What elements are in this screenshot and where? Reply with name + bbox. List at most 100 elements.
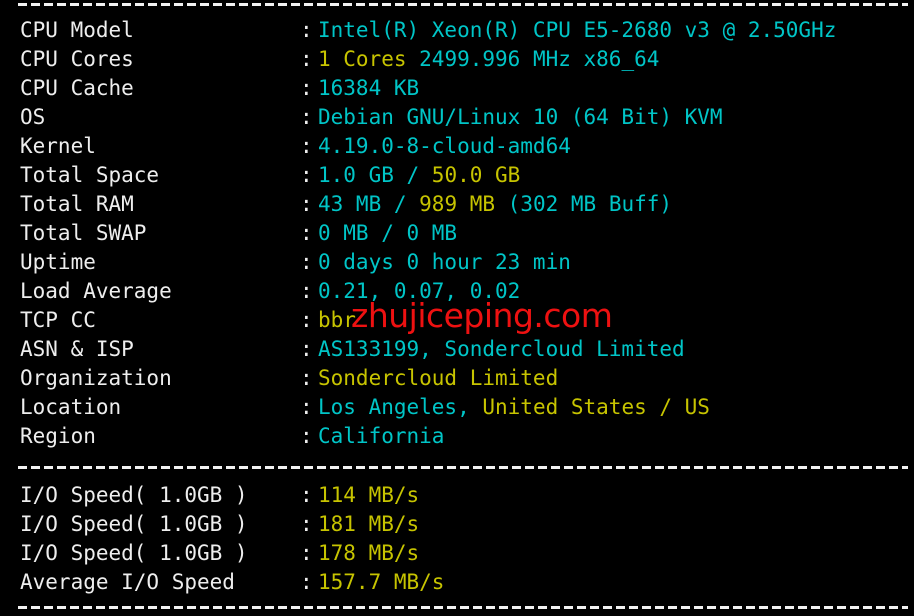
system-info-label: Uptime bbox=[20, 250, 96, 274]
system-info-value-segment: bbr bbox=[318, 308, 356, 332]
io-speed-colon: : bbox=[300, 541, 313, 565]
system-info-colon: : bbox=[300, 337, 313, 361]
system-info-label: Location bbox=[20, 395, 122, 419]
system-info-row: Load Average:0.21, 0.07, 0.02 bbox=[0, 277, 914, 306]
system-info-value: Intel(R) Xeon(R) CPU E5-2680 v3 @ 2.50GH… bbox=[318, 16, 836, 45]
io-speed-value-segment: 181 MB/s bbox=[318, 512, 420, 536]
io-speed-colon: : bbox=[300, 512, 313, 536]
system-info-row: Organization: Sondercloud Limited bbox=[0, 364, 914, 393]
io-speed-value: 178 MB/s bbox=[318, 539, 419, 568]
system-info-colon: : bbox=[300, 192, 313, 216]
system-info-value: AS133199, Sondercloud Limited bbox=[318, 335, 685, 364]
system-info-value: Los Angeles, United States / US bbox=[318, 393, 710, 422]
system-info-colon: : bbox=[300, 134, 313, 158]
separator-top bbox=[18, 3, 908, 6]
system-info-value: Debian GNU/Linux 10 (64 Bit) KVM bbox=[318, 103, 723, 132]
system-info-value: 16384 KB bbox=[318, 74, 419, 103]
system-info-value-segment: Sondercloud Limited bbox=[318, 366, 559, 390]
io-speed-label: I/O Speed( 1.0GB ) bbox=[20, 512, 248, 536]
system-info-value-segment: 1 Cores bbox=[318, 47, 420, 71]
system-info-label: CPU Model bbox=[20, 18, 134, 42]
system-info-label: Organization bbox=[20, 366, 172, 390]
io-speed-label: I/O Speed( 1.0GB ) bbox=[20, 541, 248, 565]
system-info-value-segment: 2499.996 MHz x86_64 bbox=[419, 47, 660, 71]
system-info-value-segment: California bbox=[318, 424, 445, 448]
system-info-block: CPU Model: Intel(R) Xeon(R) CPU E5-2680 v… bbox=[0, 16, 914, 451]
system-info-colon: : bbox=[300, 221, 313, 245]
io-speed-colon: : bbox=[300, 483, 313, 507]
system-info-row: CPU Model: Intel(R) Xeon(R) CPU E5-2680 v… bbox=[0, 16, 914, 45]
system-info-value-segment: Los Angeles, bbox=[318, 395, 483, 419]
io-speed-label: Average I/O Speed bbox=[20, 570, 235, 594]
system-info-colon: : bbox=[300, 105, 313, 129]
io-speed-value-segment: 157.7 MB/s bbox=[318, 570, 445, 594]
system-info-row: Region: California bbox=[0, 422, 914, 451]
io-speed-row: Average I/O Speed:157.7 MB/s bbox=[0, 568, 914, 597]
system-info-value-segment: 50.0 GB bbox=[431, 163, 521, 187]
system-info-label: CPU Cache bbox=[20, 76, 134, 100]
io-speed-block: I/O Speed( 1.0GB ):114 MB/s I/O Speed( 1.… bbox=[0, 481, 914, 597]
system-info-value: bbr bbox=[318, 306, 356, 335]
system-info-value-segment: 4.19.0-8-cloud-amd64 bbox=[318, 134, 571, 158]
io-speed-value-segment: 178 MB/s bbox=[318, 541, 420, 565]
system-info-label: Total SWAP bbox=[20, 221, 147, 245]
io-speed-row: I/O Speed( 1.0GB ):181 MB/s bbox=[0, 510, 914, 539]
system-info-value: California bbox=[318, 422, 444, 451]
system-info-value-segment: United States / US bbox=[482, 395, 710, 419]
io-speed-value: 157.7 MB/s bbox=[318, 568, 444, 597]
system-info-value: 0.21, 0.07, 0.02 bbox=[318, 277, 520, 306]
system-info-colon: : bbox=[300, 308, 313, 332]
system-info-label: Total RAM bbox=[20, 192, 134, 216]
system-info-value-segment: 1.0 GB / bbox=[318, 163, 432, 187]
system-info-label: Load Average bbox=[20, 279, 172, 303]
system-info-value-segment: 0 MB / 0 MB bbox=[318, 221, 458, 245]
system-info-value-segment: 989 MB bbox=[419, 192, 508, 216]
system-info-colon: : bbox=[300, 76, 313, 100]
system-info-value-segment: Intel(R) Xeon(R) CPU E5-2680 v3 @ 2.50GH… bbox=[318, 18, 837, 42]
system-info-label: Kernel bbox=[20, 134, 96, 158]
system-info-value: 43 MB / 989 MB (302 MB Buff) bbox=[318, 190, 672, 219]
system-info-colon: : bbox=[300, 279, 313, 303]
system-info-row: Total RAM:43 MB / 989 MB (302 MB Buff) bbox=[0, 190, 914, 219]
system-info-colon: : bbox=[300, 424, 313, 448]
system-info-label: Total Space bbox=[20, 163, 160, 187]
system-info-row: CPU Cores:1 Cores 2499.996 MHz x86_64 bbox=[0, 45, 914, 74]
system-info-value-segment: Debian GNU/Linux 10 (64 Bit) KVM bbox=[318, 105, 723, 129]
system-info-row: Total SWAP:0 MB / 0 MB bbox=[0, 219, 914, 248]
system-info-row: Kernel:4.19.0-8-cloud-amd64 bbox=[0, 132, 914, 161]
system-info-colon: : bbox=[300, 163, 313, 187]
system-info-value: 0 MB / 0 MB bbox=[318, 219, 457, 248]
system-info-row: Uptime:0 days 0 hour 23 min bbox=[0, 248, 914, 277]
system-info-value-segment: AS133199, Sondercloud Limited bbox=[318, 337, 685, 361]
system-info-row: CPU Cache:16384 KB bbox=[0, 74, 914, 103]
system-info-value-segment: 16384 KB bbox=[318, 76, 420, 100]
system-info-colon: : bbox=[300, 366, 313, 390]
system-info-label: ASN & ISP bbox=[20, 337, 134, 361]
io-speed-row: I/O Speed( 1.0GB ):178 MB/s bbox=[0, 539, 914, 568]
system-info-label: Region bbox=[20, 424, 96, 448]
system-info-colon: : bbox=[300, 18, 313, 42]
io-speed-colon: : bbox=[300, 570, 313, 594]
system-info-value-segment: 43 MB / bbox=[318, 192, 420, 216]
terminal-screen[interactable]: CPU Model: Intel(R) Xeon(R) CPU E5-2680 v… bbox=[0, 0, 914, 616]
system-info-row: TCP CC: bbr bbox=[0, 306, 914, 335]
io-speed-label: I/O Speed( 1.0GB ) bbox=[20, 483, 248, 507]
system-info-value-segment: (302 MB Buff) bbox=[507, 192, 673, 216]
system-info-label: CPU Cores bbox=[20, 47, 134, 71]
system-info-row: Location: Los Angeles, United States / US bbox=[0, 393, 914, 422]
system-info-row: ASN & ISP: AS133199, Sondercloud Limited bbox=[0, 335, 914, 364]
io-speed-value: 114 MB/s bbox=[318, 481, 419, 510]
system-info-value: 0 days 0 hour 23 min bbox=[318, 248, 571, 277]
system-info-row: Total Space:1.0 GB / 50.0 GB bbox=[0, 161, 914, 190]
system-info-value: 4.19.0-8-cloud-amd64 bbox=[318, 132, 571, 161]
separator-bottom bbox=[18, 606, 908, 609]
system-info-value: 1.0 GB / 50.0 GB bbox=[318, 161, 520, 190]
system-info-value: Sondercloud Limited bbox=[318, 364, 558, 393]
io-speed-value-segment: 114 MB/s bbox=[318, 483, 420, 507]
separator-middle bbox=[18, 466, 908, 469]
io-speed-row: I/O Speed( 1.0GB ):114 MB/s bbox=[0, 481, 914, 510]
system-info-colon: : bbox=[300, 47, 313, 71]
system-info-row: OS: Debian GNU/Linux 10 (64 Bit) KVM bbox=[0, 103, 914, 132]
io-speed-value: 181 MB/s bbox=[318, 510, 419, 539]
system-info-colon: : bbox=[300, 395, 313, 419]
